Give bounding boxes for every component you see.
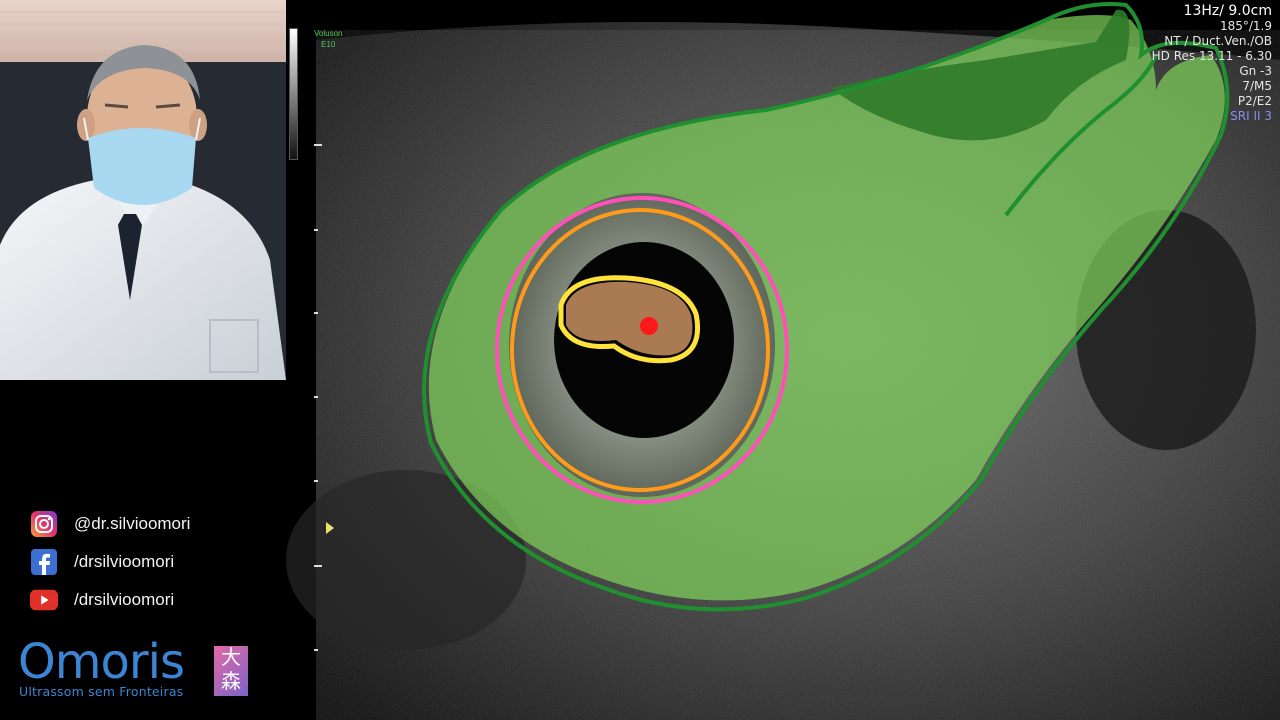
instagram-handle: @dr.silvioomori (74, 514, 191, 533)
param-preset: NT / Duct.Ven./OB (1164, 34, 1272, 48)
brand-kanji-badge: 大 森 (214, 646, 248, 696)
social-links: @dr.silvioomori /drsilvioomori /drsilvio… (30, 505, 190, 619)
param-angle: 185°/1.9 (1219, 19, 1272, 33)
social-row-instagram[interactable]: @dr.silvioomori (30, 505, 190, 543)
social-row-youtube[interactable]: /drsilvioomori (30, 581, 190, 619)
brand-kanji-2: 森 (221, 671, 241, 693)
scan-parameters: 13Hz/ 9.0cm 185°/1.9 NT / Duct.Ven./OB H… (1152, 4, 1272, 124)
param-gain: Gn -3 (1239, 64, 1272, 78)
brand-tagline: Ultrassom sem Fronteiras (19, 684, 184, 699)
ultrasound-image (286, 2, 1280, 720)
heartbeat-marker (640, 317, 658, 335)
grayscale-bar (289, 28, 298, 160)
scanner-logo-line1: Voluson (314, 29, 343, 38)
scanner-logo-line2: E10 (321, 40, 336, 49)
presenter-video (0, 0, 286, 380)
brand-logo: Omoris 大 森 Ultrassom sem Fronteiras (18, 638, 258, 702)
instagram-icon (30, 510, 58, 538)
param-map: 7/M5 (1242, 79, 1272, 93)
facebook-handle: /drsilvioomori (74, 552, 175, 571)
youtube-icon (30, 586, 58, 614)
brand-kanji-1: 大 (221, 647, 241, 669)
left-panel: @dr.silvioomori /drsilvioomori /drsilvio… (0, 0, 286, 720)
ultrasound-view: Voluson E10 13Hz/ 9.0cm 185°/1.9 NT / Du… (286, 0, 1280, 720)
scanner-logo: Voluson E10 (314, 28, 342, 50)
social-row-facebook[interactable]: /drsilvioomori (30, 543, 190, 581)
presenter-image (0, 0, 286, 380)
param-resolution: HD Res 13.11 - 6.30 (1151, 49, 1272, 63)
param-frequency-depth: 13Hz/ 9.0cm (1183, 3, 1272, 19)
param-sri: SRI II 3 (1230, 109, 1272, 123)
param-persistence: P2/E2 (1237, 94, 1272, 108)
facebook-icon (30, 548, 58, 576)
brand-name: Omoris (18, 634, 185, 690)
youtube-handle: /drsilvioomori (74, 590, 175, 609)
